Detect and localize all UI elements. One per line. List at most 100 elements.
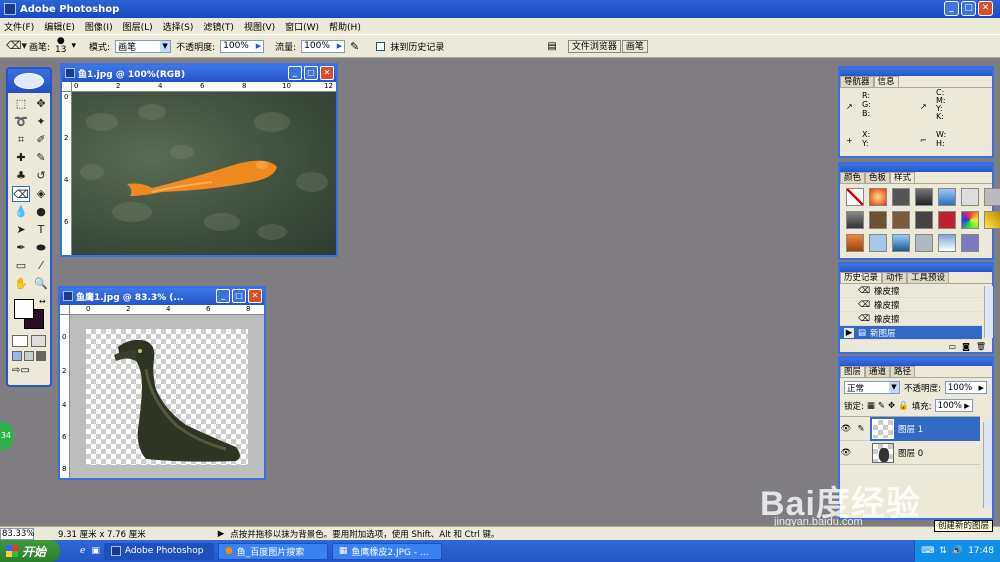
healing-brush-tool-icon[interactable]: ✚ [12,150,30,166]
snapshot-icon[interactable]: ◙ [962,342,970,352]
panel-title-bar[interactable] [840,68,992,76]
volume-icon[interactable]: 🔊 [952,546,963,556]
history-scrollbar[interactable] [984,286,993,338]
history-item[interactable]: ⌫ 橡皮擦 [840,284,982,298]
zoom-tool-icon[interactable]: 🔍 [32,276,50,292]
trash-icon[interactable]: 🗑 [976,342,986,352]
layer-opacity-field[interactable]: 100% ▶ [944,381,987,394]
tab-file-browser[interactable]: 文件浏览器 [567,39,621,53]
layers-scrollbar[interactable] [983,422,992,508]
layer-1[interactable]: 图层 1 [870,416,980,441]
eraser-tool-icon[interactable]: ⌫ [12,186,30,202]
document-title-bar[interactable]: 鱼鹰1.jpg @ 83.3% (... _ □ ✕ [60,288,264,305]
magic-wand-tool-icon[interactable]: ✦ [32,114,50,130]
style-swatch[interactable] [938,188,956,206]
slice-tool-icon[interactable]: ✐ [32,132,50,148]
brush-picker[interactable]: ● 13 [55,37,66,55]
palette-well-icon[interactable]: ▤ [547,41,556,52]
status-arrow-icon[interactable]: ▶ [218,529,225,539]
move-tool-icon[interactable]: ✥ [32,96,50,112]
erase-history-checkbox[interactable] [376,41,386,51]
style-swatch[interactable] [961,211,979,229]
tab-swatches[interactable]: 色板 [865,172,891,183]
style-swatch[interactable] [984,188,1000,206]
eraser-tool-preset-icon[interactable]: ⌫▾ [6,38,27,54]
layer-fill-field[interactable]: 100% ▶ [934,399,973,412]
task-photoshop[interactable]: Adobe Photoshop [103,542,214,560]
new-document-icon[interactable]: ▭ [949,342,957,352]
style-swatch[interactable] [984,211,1000,229]
menu-edit[interactable]: 编辑(E) [44,20,75,33]
foreground-color-swatch[interactable] [14,299,34,319]
history-item[interactable]: ⌫ 橡皮擦 [840,298,982,312]
blend-mode-select[interactable]: 正常 ▼ [844,381,900,394]
mode-select[interactable]: 画笔 ▼ [115,39,172,53]
dodge-tool-icon[interactable]: ● [32,204,50,220]
tab-tool-presets[interactable]: 工具预设 [907,272,950,283]
menu-window[interactable]: 窗口(W) [285,20,319,33]
shape-tool-icon[interactable]: ⬬ [32,240,50,256]
swap-colors-icon[interactable]: ↔ [39,297,46,306]
tab-layers[interactable]: 图层 [840,366,866,377]
path-selection-tool-icon[interactable]: ➤ [12,222,30,238]
network-icon[interactable]: ⇅ [939,546,947,556]
minimize-button[interactable]: _ [944,1,959,16]
opacity-field[interactable]: 100% ▶ [220,39,265,53]
close-button[interactable]: ✕ [320,66,334,80]
menu-help[interactable]: 帮助(H) [329,20,361,33]
panel-title-bar[interactable] [840,164,992,172]
side-badge[interactable]: 34 [0,422,14,450]
layer-row-selected[interactable]: 👁 ✎ 图层 1 [840,416,980,441]
maximize-button[interactable]: □ [232,289,246,303]
layer-0[interactable]: 图层 0 [870,442,980,463]
history-brush-tool-icon[interactable]: ↺ [32,168,50,184]
history-item-selected[interactable]: ▶ ▤ 新图层 [840,326,982,340]
document-title-bar[interactable]: 鱼1.jpg @ 100%(RGB) _ □ ✕ [62,65,336,82]
minimize-button[interactable]: _ [288,66,302,80]
standard-mode-icon[interactable] [12,335,28,347]
style-swatch[interactable] [961,234,979,252]
tab-navigator[interactable]: 导航器 [840,76,874,87]
lock-transparency-icon[interactable]: ▦ [867,401,875,411]
tab-history[interactable]: 历史记录 [840,272,883,283]
toolbox-header[interactable] [8,69,50,93]
menu-image[interactable]: 图像(I) [85,20,113,33]
brush-link-icon[interactable]: ✎ [855,424,867,434]
style-swatch[interactable] [892,211,910,229]
tab-actions[interactable]: 动作 [882,272,908,283]
blur-tool-icon[interactable]: 💧 [12,204,30,220]
screen-mode-full-menu-icon[interactable] [24,351,34,361]
tab-styles[interactable]: 样式 [890,172,916,183]
style-swatch[interactable] [869,234,887,252]
style-swatch[interactable] [869,211,887,229]
hand-tool-icon[interactable]: ✋ [12,276,30,292]
lock-all-icon[interactable]: 🔒 [898,401,909,411]
close-button[interactable]: ✕ [248,289,262,303]
clock[interactable]: 17:48 [968,546,994,556]
desktop-quicklaunch-icon[interactable]: ▣ [91,546,100,556]
lock-image-icon[interactable]: ✎ [878,401,885,411]
notes-tool-icon[interactable]: ▭ [12,258,30,274]
panel-title-bar[interactable] [840,264,992,272]
style-swatch[interactable] [961,188,979,206]
style-swatch[interactable] [846,211,864,229]
maximize-button[interactable]: □ [961,1,976,16]
style-swatch[interactable] [915,211,933,229]
paint-bucket-tool-icon[interactable]: ◈ [32,186,50,202]
style-swatch[interactable] [938,211,956,229]
style-swatch[interactable] [846,234,864,252]
airbrush-icon[interactable]: ✎ [350,40,359,53]
style-swatch[interactable] [915,234,933,252]
visibility-eye-icon[interactable]: 👁 [840,448,852,458]
minimize-button[interactable]: _ [216,289,230,303]
style-swatch[interactable] [892,234,910,252]
zoom-field[interactable]: 83.33% [0,527,34,540]
ie-quicklaunch-icon[interactable]: ℯ [80,546,85,556]
brush-tool-icon[interactable]: ✎ [32,150,50,166]
menu-select[interactable]: 选择(S) [163,20,194,33]
menu-view[interactable]: 视图(V) [244,20,275,33]
pen-tool-icon[interactable]: ✒ [12,240,30,256]
menu-file[interactable]: 文件(F) [4,20,34,33]
history-item[interactable]: ⌫ 橡皮擦 [840,312,982,326]
layer-row[interactable]: 👁 图层 0 [840,441,980,465]
